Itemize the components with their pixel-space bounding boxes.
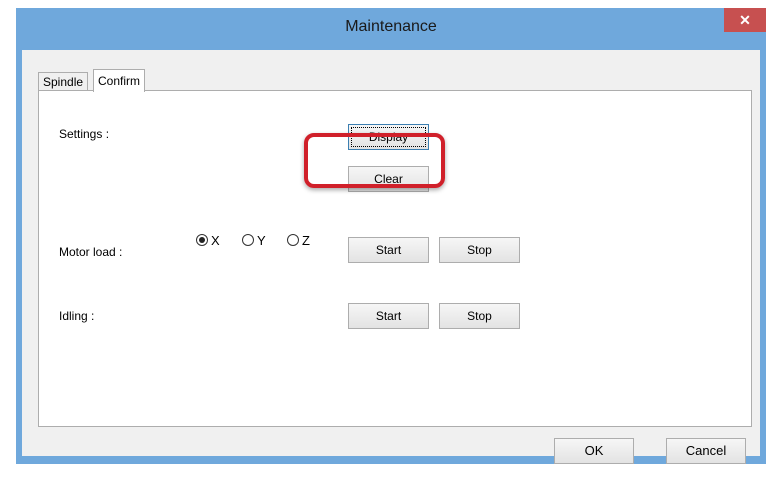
title-bar[interactable]: Maintenance ✕ <box>16 8 766 50</box>
axis-y-label: Y <box>257 232 266 248</box>
settings-label: Settings : <box>59 127 110 141</box>
axis-radio-y[interactable]: Y <box>242 232 266 248</box>
dialog-client-area: Spindle Confirm Settings : Display Clear… <box>22 50 760 464</box>
axis-radio-z[interactable]: Z <box>287 232 310 248</box>
maintenance-dialog: Maintenance ✕ Spindle Confirm Settings :… <box>16 8 766 464</box>
tab-spindle[interactable]: Spindle <box>38 72 89 91</box>
axis-x-label: X <box>211 232 220 248</box>
cancel-button[interactable]: Cancel <box>666 438 746 464</box>
radio-circle <box>242 234 254 246</box>
radio-circle-checked <box>196 234 208 246</box>
tab-confirm[interactable]: Confirm <box>93 69 146 92</box>
radio-circle <box>287 234 299 246</box>
axis-z-label: Z <box>302 232 310 248</box>
close-icon: ✕ <box>739 12 751 28</box>
ok-button[interactable]: OK <box>554 438 634 464</box>
close-button[interactable]: ✕ <box>724 8 766 32</box>
idling-label: Idling : <box>59 309 95 323</box>
motor-load-label: Motor load : <box>59 245 123 259</box>
motor-load-start-button[interactable]: Start <box>348 237 429 263</box>
window-title: Maintenance <box>345 18 437 35</box>
axis-radio-x[interactable]: X <box>196 232 220 248</box>
idling-stop-button[interactable]: Stop <box>439 303 520 329</box>
idling-start-button[interactable]: Start <box>348 303 429 329</box>
motor-load-stop-button[interactable]: Stop <box>439 237 520 263</box>
clear-button-highlight <box>304 133 445 188</box>
